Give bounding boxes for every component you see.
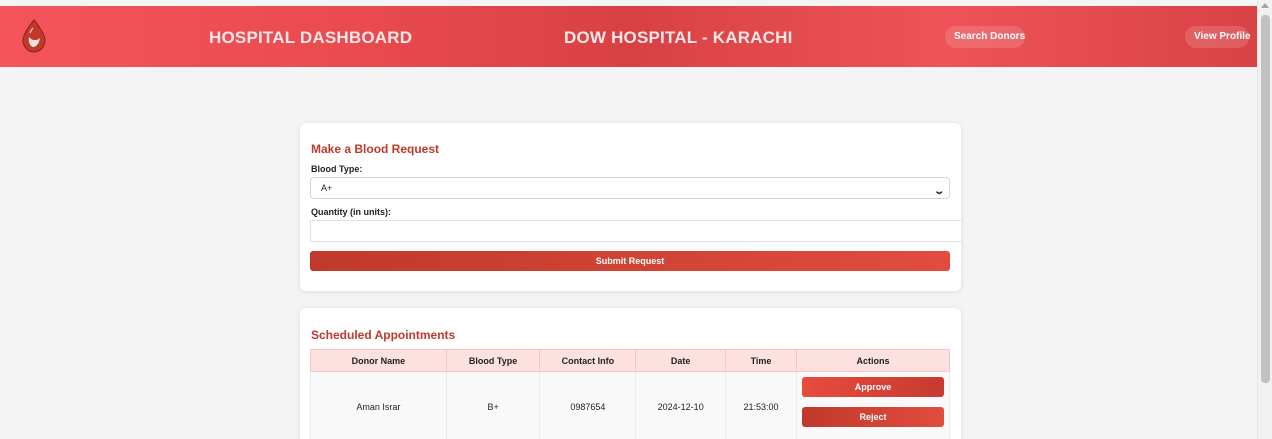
table-header-row: Donor Name Blood Type Contact Info Date … — [310, 349, 951, 372]
column-header: Donor Name — [310, 349, 447, 372]
search-donors-button[interactable]: Search Donors — [945, 26, 1025, 48]
appointments-table: Donor Name Blood Type Contact Info Date … — [310, 349, 951, 439]
blood-type-cell: B+ — [445, 371, 541, 439]
submit-request-button[interactable]: Submit Request — [310, 251, 950, 271]
table-row: Aman Israr B+ 0987654 2024-12-10 21:53:0… — [310, 371, 951, 439]
column-header: Date — [635, 349, 727, 372]
quantity-input[interactable] — [310, 220, 961, 242]
column-header: Blood Type — [445, 349, 541, 372]
chevron-down-icon: ⌄ — [932, 186, 945, 197]
view-profile-button[interactable]: View Profile — [1185, 26, 1251, 48]
header-bar: HOSPITAL DASHBOARD DOW HOSPITAL - KARACH… — [0, 6, 1257, 67]
quantity-label: Quantity (in units): — [311, 207, 391, 217]
blood-drop-icon[interactable] — [20, 19, 48, 53]
page-scrollbar[interactable] — [1257, 0, 1272, 439]
reject-button[interactable]: Reject — [801, 407, 944, 427]
dashboard-title: HOSPITAL DASHBOARD — [209, 28, 413, 47]
blood-type-label: Blood Type: — [311, 164, 363, 174]
approve-button[interactable]: Approve — [801, 377, 944, 397]
appointments-card: Scheduled Appointments Donor Name Blood … — [300, 308, 961, 439]
actions-cell: Approve Reject — [795, 371, 951, 439]
donor-name-cell: Aman Israr — [310, 371, 447, 439]
column-header: Actions — [795, 349, 951, 372]
blood-request-title: Make a Blood Request — [311, 142, 440, 156]
date-cell: 2024-12-10 — [635, 371, 727, 439]
column-header: Time — [725, 349, 797, 372]
blood-type-select[interactable]: A+ ⌄ — [310, 177, 950, 199]
scrollbar-thumb[interactable] — [1261, 15, 1270, 383]
contact-cell: 0987654 — [539, 371, 637, 439]
appointments-title: Scheduled Appointments — [311, 328, 456, 342]
time-cell: 21:53:00 — [725, 371, 797, 439]
blood-type-value: A+ — [321, 183, 333, 193]
column-header: Contact Info — [539, 349, 637, 372]
blood-request-card: Make a Blood Request Blood Type: A+ ⌄ Qu… — [300, 123, 961, 291]
scroll-up-arrow-icon[interactable] — [1261, 3, 1269, 8]
hospital-name: DOW HOSPITAL - KARACHI — [564, 28, 793, 47]
